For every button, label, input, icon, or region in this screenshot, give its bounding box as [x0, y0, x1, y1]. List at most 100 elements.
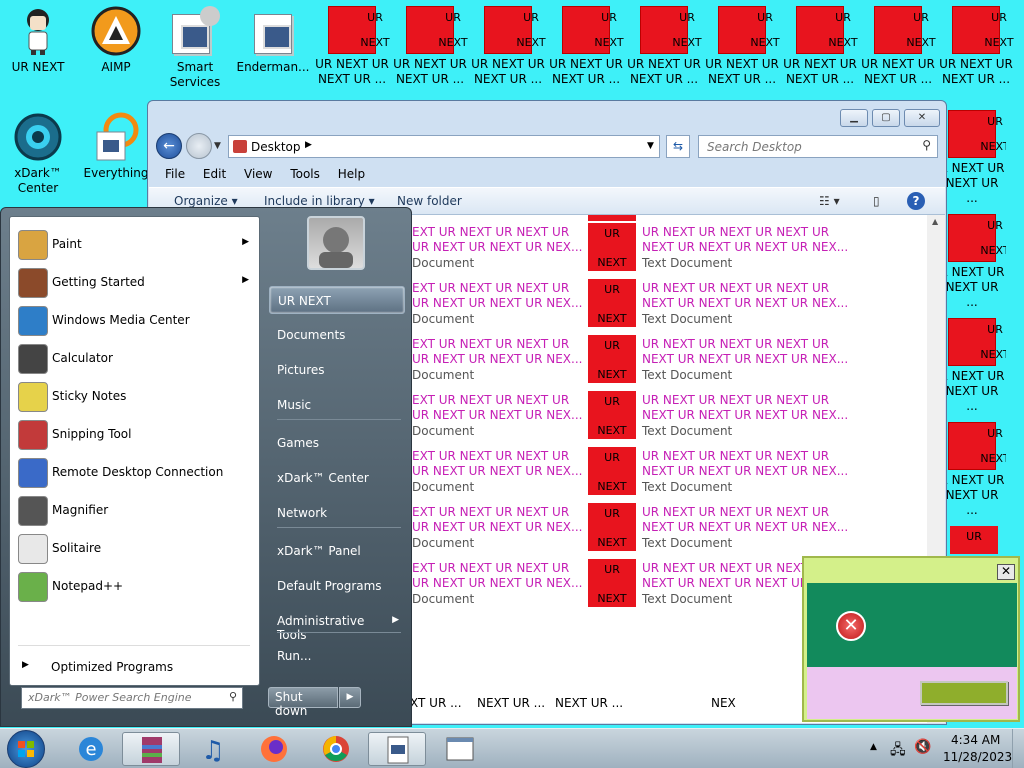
desktop-icon-ur-next-file[interactable]: UR NEXT R NEXT URNEXT UR ... [938, 318, 1006, 414]
address-bar[interactable]: Desktop ▶ ▼ [228, 135, 660, 158]
start-right-item-xdark-panel[interactable]: xDark™ Panel [269, 537, 405, 565]
avatar[interactable] [307, 216, 365, 270]
start-right-item-music[interactable]: Music [269, 391, 405, 419]
start-orb-icon[interactable] [7, 730, 45, 768]
start-right-item-default-programs[interactable]: Default Programs [269, 572, 405, 600]
music-icon[interactable]: ♫ [184, 732, 242, 766]
preview-pane-icon[interactable]: ▯ [873, 194, 880, 208]
desktop-icon-label-line2: NEXT UR ... [785, 72, 855, 86]
program-item-magnifier[interactable]: Magnifier [14, 493, 257, 527]
start-right-item-network[interactable]: Network [269, 499, 405, 527]
chevron-down-icon[interactable]: ▼ [647, 141, 654, 151]
search-input[interactable]: Search Desktop ⚲ [698, 135, 938, 158]
notepadpp-icon [18, 572, 48, 602]
menu-separator [277, 632, 401, 633]
file-name-right: UR NEXT UR NEXT UR NEXT UR NEXT UR NEXT U… [642, 449, 849, 478]
shutdown-options-button[interactable]: ▶ [339, 687, 361, 708]
close-button[interactable]: ✕ [904, 109, 940, 127]
program-item-paint[interactable]: Paint ▶ [14, 227, 257, 261]
start-right-item-documents[interactable]: Documents [269, 321, 405, 349]
winrar-icon[interactable] [122, 732, 180, 766]
desktop-icon-label: UR NEXT [11, 60, 65, 74]
file-name-left: EXT UR NEXT UR NEXT UR UR NEXT UR NEXT UR… [412, 449, 583, 478]
menu-tools[interactable]: Tools [283, 165, 327, 183]
chrome-icon[interactable] [307, 732, 365, 766]
menu-help[interactable]: Help [331, 165, 372, 183]
icon-text-top: UR [991, 11, 1007, 24]
desktop-icon-label-line1: UR NEXT UR [549, 57, 623, 71]
everything-icon [91, 112, 141, 162]
dialog-ok-button[interactable] [920, 681, 1008, 705]
start-right-item-xdark-center[interactable]: xDark™ Center [269, 464, 405, 492]
view-options-icon[interactable]: ☷ ▾ [819, 194, 840, 208]
menu-edit[interactable]: Edit [196, 165, 233, 183]
desktop-icon-ur-next-file[interactable]: UR NEXT UR NEXT UR NEXT UR ... [314, 6, 390, 87]
program-item-calculator[interactable]: Calculator [14, 341, 257, 375]
desktop-icon-everything[interactable]: Everything [78, 112, 154, 181]
scroll-up-icon[interactable]: ▲ [932, 217, 938, 226]
clock-time[interactable]: 4:34 AM [951, 733, 1000, 747]
start-right-item-administrative-tools[interactable]: Administrative Tools ▶ [269, 607, 405, 642]
start-right-item-games[interactable]: Games [269, 429, 405, 457]
file-name-left: EXT UR NEXT UR NEXT UR UR NEXT UR NEXT UR… [412, 281, 583, 310]
file-type-right: Text Document [642, 368, 733, 382]
desktop-icon-ur-next-file[interactable]: UR NEXT R NEXT URNEXT UR ... [938, 214, 1006, 310]
program-item-notepad-[interactable]: Notepad++ [14, 569, 257, 603]
desktop-icon-ur-next-file[interactable]: UR NEXT UR NEXT UR NEXT UR ... [626, 6, 702, 87]
document-icon[interactable] [368, 732, 426, 766]
desktop-icon-ur-next-file[interactable]: UR NEXT R NEXT URNEXT UR ... [938, 422, 1006, 518]
include-label: Include in library [264, 194, 365, 208]
all-programs-item[interactable]: ▶ Optimized Programs [14, 657, 254, 679]
program-item-sticky-notes[interactable]: Sticky Notes [14, 379, 257, 413]
help-icon[interactable]: ? [907, 192, 925, 210]
volume-muted-icon[interactable]: 🔇 [914, 739, 931, 755]
forward-button[interactable] [186, 133, 212, 159]
show-desktop-button[interactable] [1012, 729, 1024, 768]
desktop-icon-enderman[interactable]: Enderman... [235, 6, 311, 75]
start-search-input[interactable]: xDark™ Power Search Engine ⚲ [21, 687, 243, 709]
desktop-icon-ur-next-file[interactable]: UR NEXT UR NEXT UR NEXT UR ... [782, 6, 858, 87]
calculator-icon [18, 344, 48, 374]
program-item-snipping-tool[interactable]: Snipping Tool [14, 417, 257, 451]
desktop-icon-smart-services[interactable]: Smart Services [157, 6, 233, 90]
program-item-windows-media-center[interactable]: Windows Media Center [14, 303, 257, 337]
desktop-icon-ur-next-file[interactable]: UR NEXT UR NEXT UR NEXT UR ... [470, 6, 546, 87]
clock-date[interactable]: 11/28/2023 [943, 750, 1012, 764]
error-dialog[interactable]: ✕ ✕ [802, 556, 1020, 722]
minimize-button[interactable]: ▁ [840, 109, 868, 127]
desktop-icon-ur-next-file[interactable]: UR NEXT UR NEXT UR NEXT UR ... [548, 6, 624, 87]
program-item-solitaire[interactable]: Solitaire [14, 531, 257, 565]
menu-file[interactable]: File [158, 165, 192, 183]
network-icon[interactable]: 🖧 [890, 739, 906, 763]
maximize-button[interactable]: ▢ [872, 109, 900, 127]
shutdown-button[interactable]: Shut down [268, 687, 338, 718]
organize-button[interactable]: Organize ▾ [174, 194, 238, 208]
desktop-icon-ur-next-file[interactable]: UR NEXT UR NEXT UR NEXT UR ... [860, 6, 936, 87]
include-in-library-button[interactable]: Include in library ▾ [264, 194, 375, 208]
window-icon[interactable] [431, 732, 489, 766]
history-dropdown[interactable]: ▼ [214, 141, 221, 151]
desktop-icon-label-line2: NEXT UR ... [941, 72, 1011, 86]
desktop-icon-aimp[interactable]: AIMP [78, 6, 154, 75]
program-item-getting-started[interactable]: Getting Started ▶ [14, 265, 257, 299]
desktop-icon-label: XT UR ... [410, 696, 462, 710]
back-button[interactable]: ← [156, 133, 182, 159]
start-right-item-run[interactable]: Run... [269, 642, 405, 670]
desktop-icon-xdark-center[interactable]: xDark™ Center [0, 112, 76, 196]
ur-next-image-icon[interactable]: UR [950, 526, 998, 554]
start-right-item-ur-next[interactable]: UR NEXT [269, 286, 405, 314]
desktop-icon-ur-next-file[interactable]: UR NEXT UR NEXT UR NEXT UR ... [704, 6, 780, 87]
start-right-item-pictures[interactable]: Pictures [269, 356, 405, 384]
internet-explorer-icon[interactable]: e [62, 732, 120, 766]
desktop-icon-ur-next-file[interactable]: UR NEXT UR NEXT UR NEXT UR ... [392, 6, 468, 87]
dialog-close-button[interactable]: ✕ [997, 564, 1015, 580]
desktop-icon-ur-next-file[interactable]: UR NEXT UR NEXT UR NEXT UR ... [938, 6, 1014, 87]
show-hidden-icons-icon[interactable]: ▲ [870, 742, 877, 752]
menu-view[interactable]: View [237, 165, 279, 183]
desktop-icon-ur-next-file[interactable]: UR NEXT R NEXT URNEXT UR ... [938, 110, 1006, 206]
refresh-button[interactable]: ⇆ [666, 135, 690, 158]
firefox-icon[interactable] [245, 732, 303, 766]
desktop-icon-ur-next[interactable]: UR NEXT [0, 6, 76, 75]
program-item-remote-desktop-connection[interactable]: Remote Desktop Connection [14, 455, 257, 489]
new-folder-button[interactable]: New folder [397, 194, 462, 208]
